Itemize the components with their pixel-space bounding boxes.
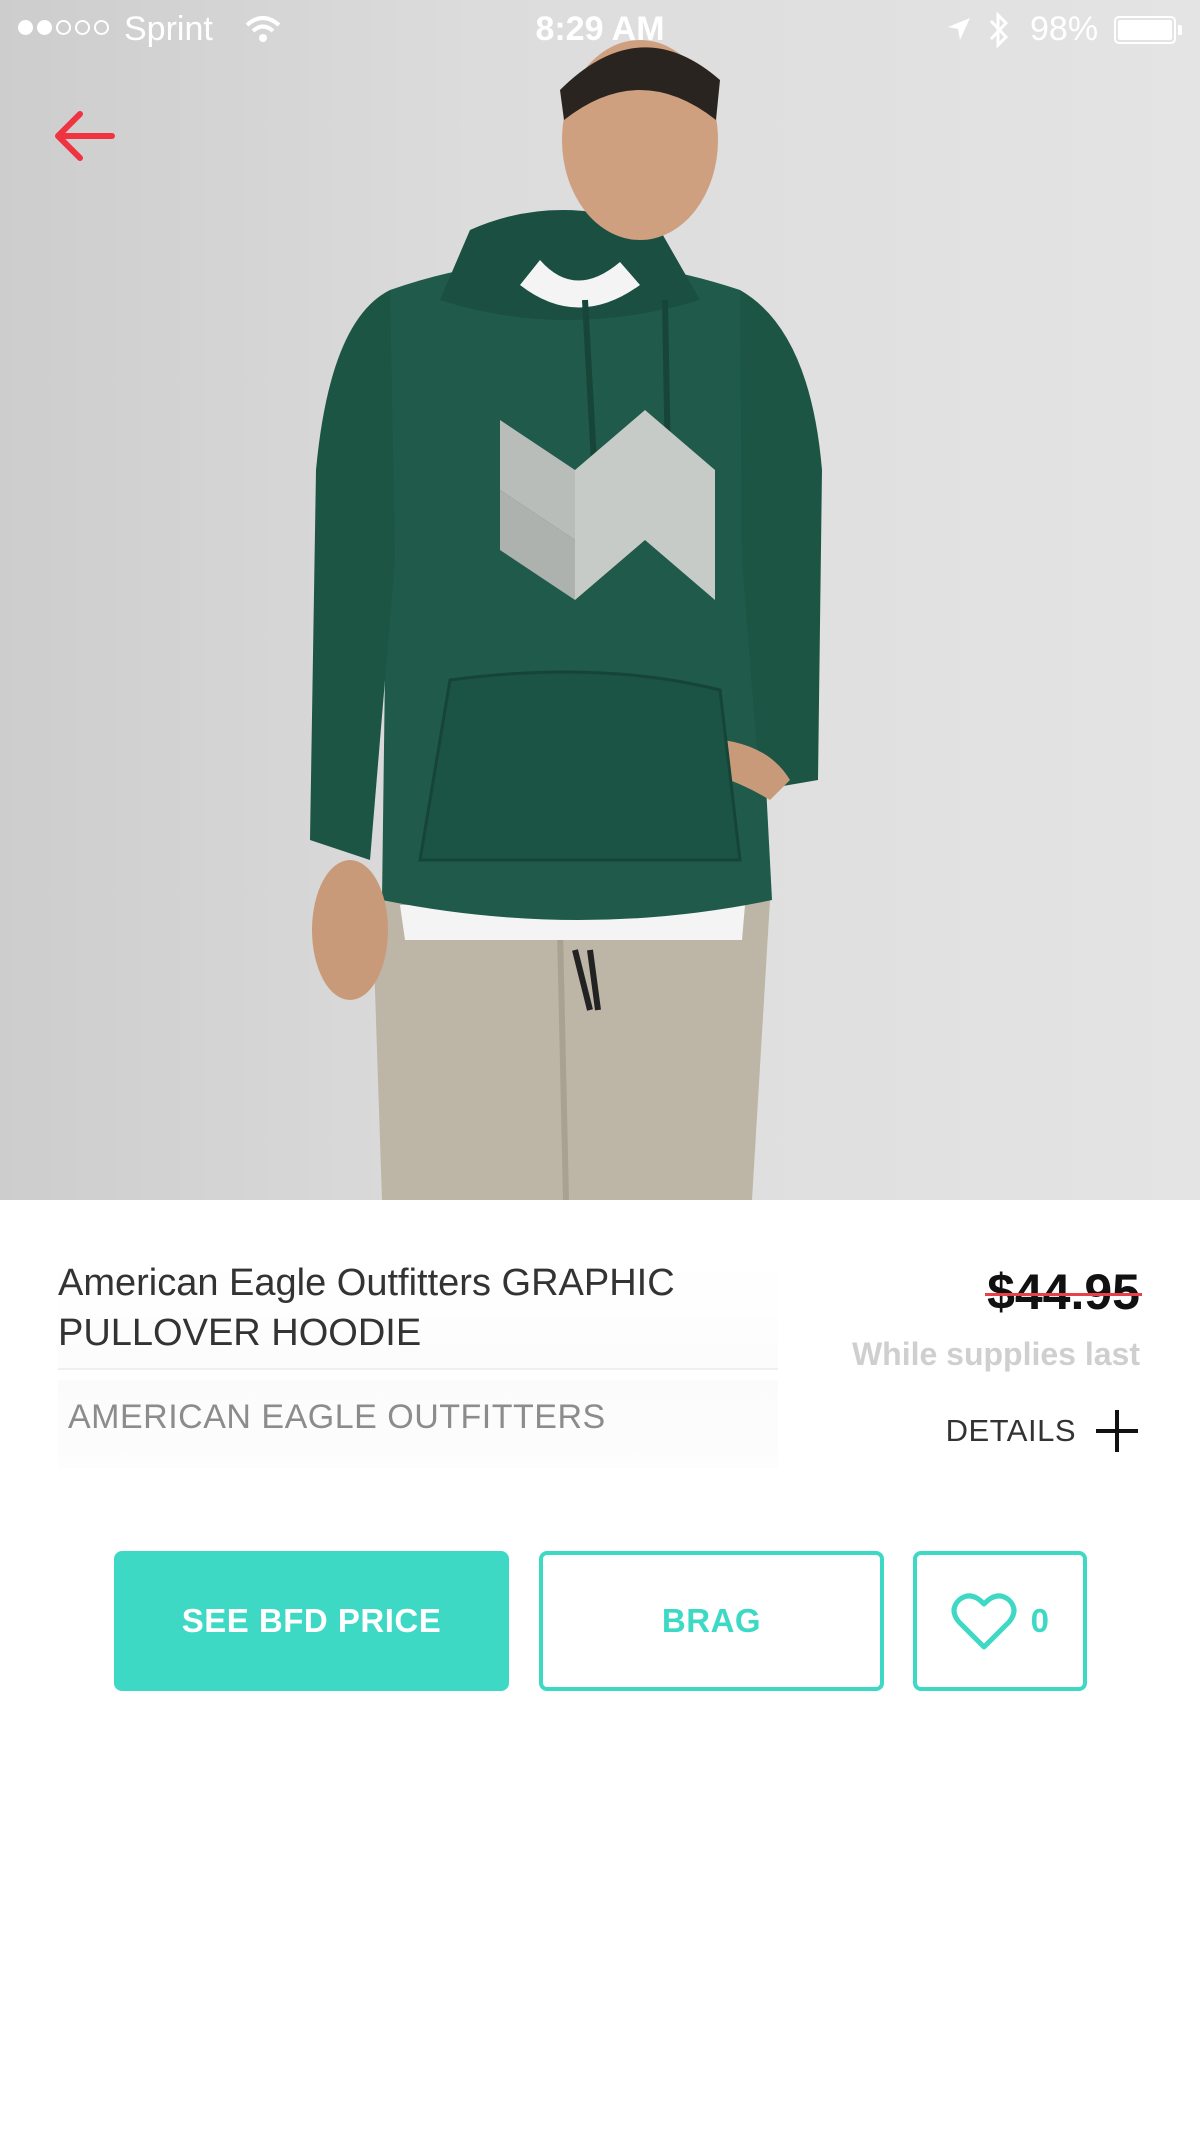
details-label: DETAILS — [945, 1413, 1076, 1448]
price-strikethrough — [985, 1293, 1142, 1296]
heart-icon — [951, 1593, 1017, 1650]
battery-percentage: 98% — [1030, 10, 1099, 48]
price-value: $44.95 — [987, 1264, 1140, 1320]
see-bfd-price-button[interactable]: SEE BFD PRICE — [114, 1551, 509, 1691]
like-count: 0 — [1030, 1602, 1050, 1639]
status-bar: Sprint 8:29 AM 98% — [0, 0, 1200, 60]
arrow-left-icon — [55, 111, 115, 161]
brand-box[interactable]: AMERICAN EAGLE OUTFITTERS — [58, 1380, 778, 1468]
brand-name: AMERICAN EAGLE OUTFITTERS — [68, 1398, 606, 1436]
plus-icon — [1096, 1410, 1138, 1452]
like-button[interactable]: 0 — [913, 1551, 1087, 1691]
original-price: $44.95 — [985, 1262, 1142, 1322]
battery-icon — [1114, 16, 1176, 44]
product-detail-screen: Sprint 8:29 AM 98% American Eagle Outfit… — [0, 0, 1200, 2133]
location-arrow-icon — [948, 18, 970, 40]
back-button[interactable] — [48, 106, 124, 166]
brag-button[interactable]: BRAG — [539, 1551, 884, 1691]
hoodie-model-illustration — [310, 40, 822, 1200]
bluetooth-icon — [989, 12, 1009, 48]
product-title-box: American Eagle Outfitters GRAPHIC PULLOV… — [58, 1258, 778, 1370]
supply-note: While supplies last — [851, 1336, 1140, 1372]
product-image — [0, 0, 1200, 1200]
battery-tip — [1178, 25, 1182, 35]
status-time: 8:29 AM — [535, 10, 665, 48]
product-title: American Eagle Outfitters GRAPHIC PULLOV… — [58, 1262, 675, 1354]
details-toggle[interactable]: DETAILS — [946, 1408, 1140, 1454]
